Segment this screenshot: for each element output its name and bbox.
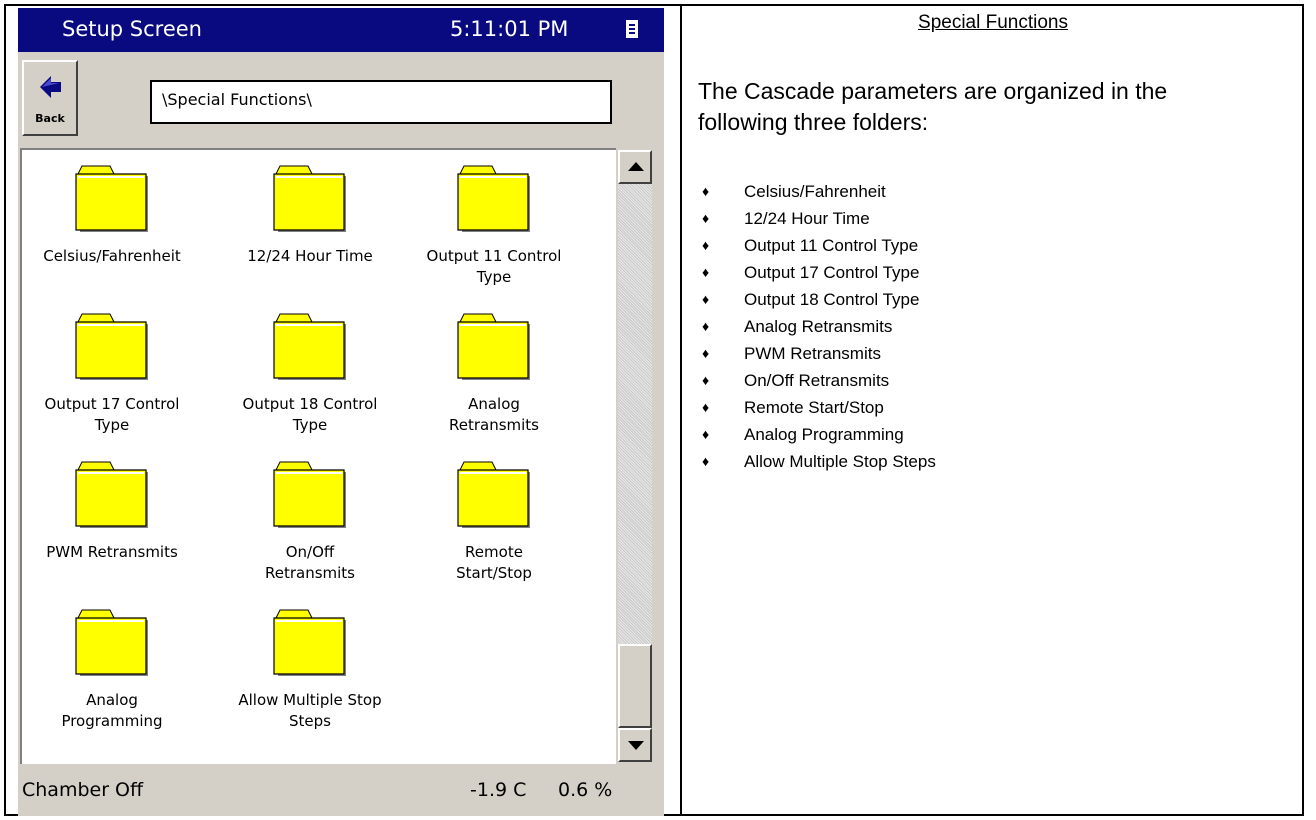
diamond-bullet-icon: ♦ xyxy=(702,453,710,469)
description-item-text: Remote Start/Stop xyxy=(744,398,884,417)
folder-item[interactable]: PWM Retransmits xyxy=(22,456,212,563)
diamond-bullet-icon: ♦ xyxy=(702,291,710,307)
description-list-item: ♦ PWM Retransmits xyxy=(698,340,936,367)
folder-list-area: Celsius/Fahrenheit 12/24 Hour Time Output … xyxy=(18,146,664,766)
folder-icon xyxy=(75,461,148,528)
description-list-item: ♦ Allow Multiple Stop Steps xyxy=(698,448,936,475)
description-item-text: Analog Programming xyxy=(744,425,904,444)
description-item-text: On/Off Retransmits xyxy=(744,371,890,390)
clock: 5:11:01 PM xyxy=(450,17,569,41)
description-item-text: PWM Retransmits xyxy=(744,344,881,363)
chamber-status: Chamber Off xyxy=(22,779,144,801)
screen-title: Setup Screen xyxy=(62,17,202,41)
folder-icon xyxy=(457,461,530,528)
folder-icon xyxy=(273,609,346,676)
device-screen: Setup Screen 5:11:01 PM Back \Special Fu… xyxy=(18,8,664,816)
folder-icon xyxy=(75,609,148,676)
folder-item[interactable]: Analog Programming xyxy=(22,604,212,732)
back-arrow-icon xyxy=(40,76,61,98)
folder-item[interactable]: Output 11 Control Type xyxy=(394,160,594,288)
description-item-text: Allow Multiple Stop Steps xyxy=(744,452,936,471)
folder-item[interactable]: Allow Multiple Stop Steps xyxy=(210,604,410,732)
description-list: ♦ Celsius/Fahrenheit ♦ 12/24 Hour Time ♦ Outp… xyxy=(698,178,936,475)
back-button[interactable]: Back xyxy=(22,60,78,136)
folder-label: Remote Start/Stop xyxy=(456,543,532,582)
diamond-bullet-icon: ♦ xyxy=(702,399,710,415)
vertical-scrollbar[interactable] xyxy=(618,150,652,762)
description-list-item: ♦ Analog Retransmits xyxy=(698,313,936,340)
description-list-item: ♦ Celsius/Fahrenheit xyxy=(698,178,936,205)
folder-icon xyxy=(75,165,148,232)
temperature-readout: -1.9 C xyxy=(470,779,527,801)
folder-item[interactable]: Output 18 Control Type xyxy=(210,308,410,436)
description-list-item: ♦ Analog Programming xyxy=(698,421,936,448)
diamond-bullet-icon: ♦ xyxy=(702,183,710,199)
folder-item[interactable]: Celsius/Fahrenheit xyxy=(22,160,212,267)
description-list-item: ♦ Output 17 Control Type xyxy=(698,259,936,286)
diamond-bullet-icon: ♦ xyxy=(702,426,710,442)
description-item-text: Analog Retransmits xyxy=(744,317,893,336)
folder-label: PWM Retransmits xyxy=(46,543,178,561)
menu-icon[interactable] xyxy=(626,20,638,38)
folder-label: Allow Multiple Stop Steps xyxy=(238,691,382,730)
description-item-text: Output 18 Control Type xyxy=(744,290,920,309)
diamond-bullet-icon: ♦ xyxy=(702,318,710,334)
description-list-item: ♦ 12/24 Hour Time xyxy=(698,205,936,232)
folder-label: Celsius/Fahrenheit xyxy=(43,247,181,265)
folder-label: Analog Retransmits xyxy=(448,395,539,434)
title-bar: Setup Screen 5:11:01 PM xyxy=(18,8,664,52)
back-label: Back xyxy=(35,112,65,125)
status-bar: Chamber Off -1.9 C 0.6 % xyxy=(18,766,664,816)
folder-icon xyxy=(273,165,346,232)
folder-label: Analog Programming xyxy=(61,691,163,730)
folder-list[interactable]: Celsius/Fahrenheit 12/24 Hour Time Output … xyxy=(20,148,616,764)
description-item-text: Celsius/Fahrenheit xyxy=(744,182,886,201)
folder-label: Output 11 Control Type xyxy=(426,247,562,286)
folder-item[interactable]: Output 17 Control Type xyxy=(22,308,212,436)
diamond-bullet-icon: ♦ xyxy=(702,345,710,361)
description-item-text: 12/24 Hour Time xyxy=(744,209,870,228)
diamond-bullet-icon: ♦ xyxy=(702,237,710,253)
percent-readout: 0.6 % xyxy=(558,779,613,801)
folder-icon xyxy=(457,313,530,380)
description-list-item: ♦ On/Off Retransmits xyxy=(698,367,936,394)
description-heading: Special Functions xyxy=(918,12,1068,33)
folder-icon xyxy=(273,461,346,528)
chevron-up-icon xyxy=(628,162,644,171)
path-field[interactable]: \Special Functions\ xyxy=(150,80,612,124)
folder-label: Output 17 Control Type xyxy=(44,395,180,434)
chevron-down-icon xyxy=(628,741,644,750)
folder-item[interactable]: Remote Start/Stop xyxy=(394,456,594,584)
description-list-item: ♦ Output 18 Control Type xyxy=(698,286,936,313)
table-divider xyxy=(680,4,682,816)
scroll-down-button[interactable] xyxy=(618,728,652,762)
diamond-bullet-icon: ♦ xyxy=(702,264,710,280)
folder-label: 12/24 Hour Time xyxy=(247,247,373,265)
folder-item[interactable]: On/Off Retransmits xyxy=(210,456,410,584)
folder-icon xyxy=(75,313,148,380)
diamond-bullet-icon: ♦ xyxy=(702,210,710,226)
scroll-thumb[interactable] xyxy=(618,644,652,728)
folder-label: On/Off Retransmits xyxy=(264,543,355,582)
folder-item[interactable]: Analog Retransmits xyxy=(394,308,594,436)
description-list-item: ♦ Output 11 Control Type xyxy=(698,232,936,259)
folder-item[interactable]: 12/24 Hour Time xyxy=(210,160,410,267)
folder-label: Output 18 Control Type xyxy=(242,395,378,434)
description-item-text: Output 11 Control Type xyxy=(744,236,919,255)
folder-icon xyxy=(457,165,530,232)
diamond-bullet-icon: ♦ xyxy=(702,372,710,388)
folder-icon xyxy=(273,313,346,380)
description-intro: The Cascade parameters are organized in … xyxy=(698,78,1168,135)
scroll-up-button[interactable] xyxy=(618,150,652,184)
description-list-item: ♦ Remote Start/Stop xyxy=(698,394,936,421)
description-item-text: Output 17 Control Type xyxy=(744,263,920,282)
